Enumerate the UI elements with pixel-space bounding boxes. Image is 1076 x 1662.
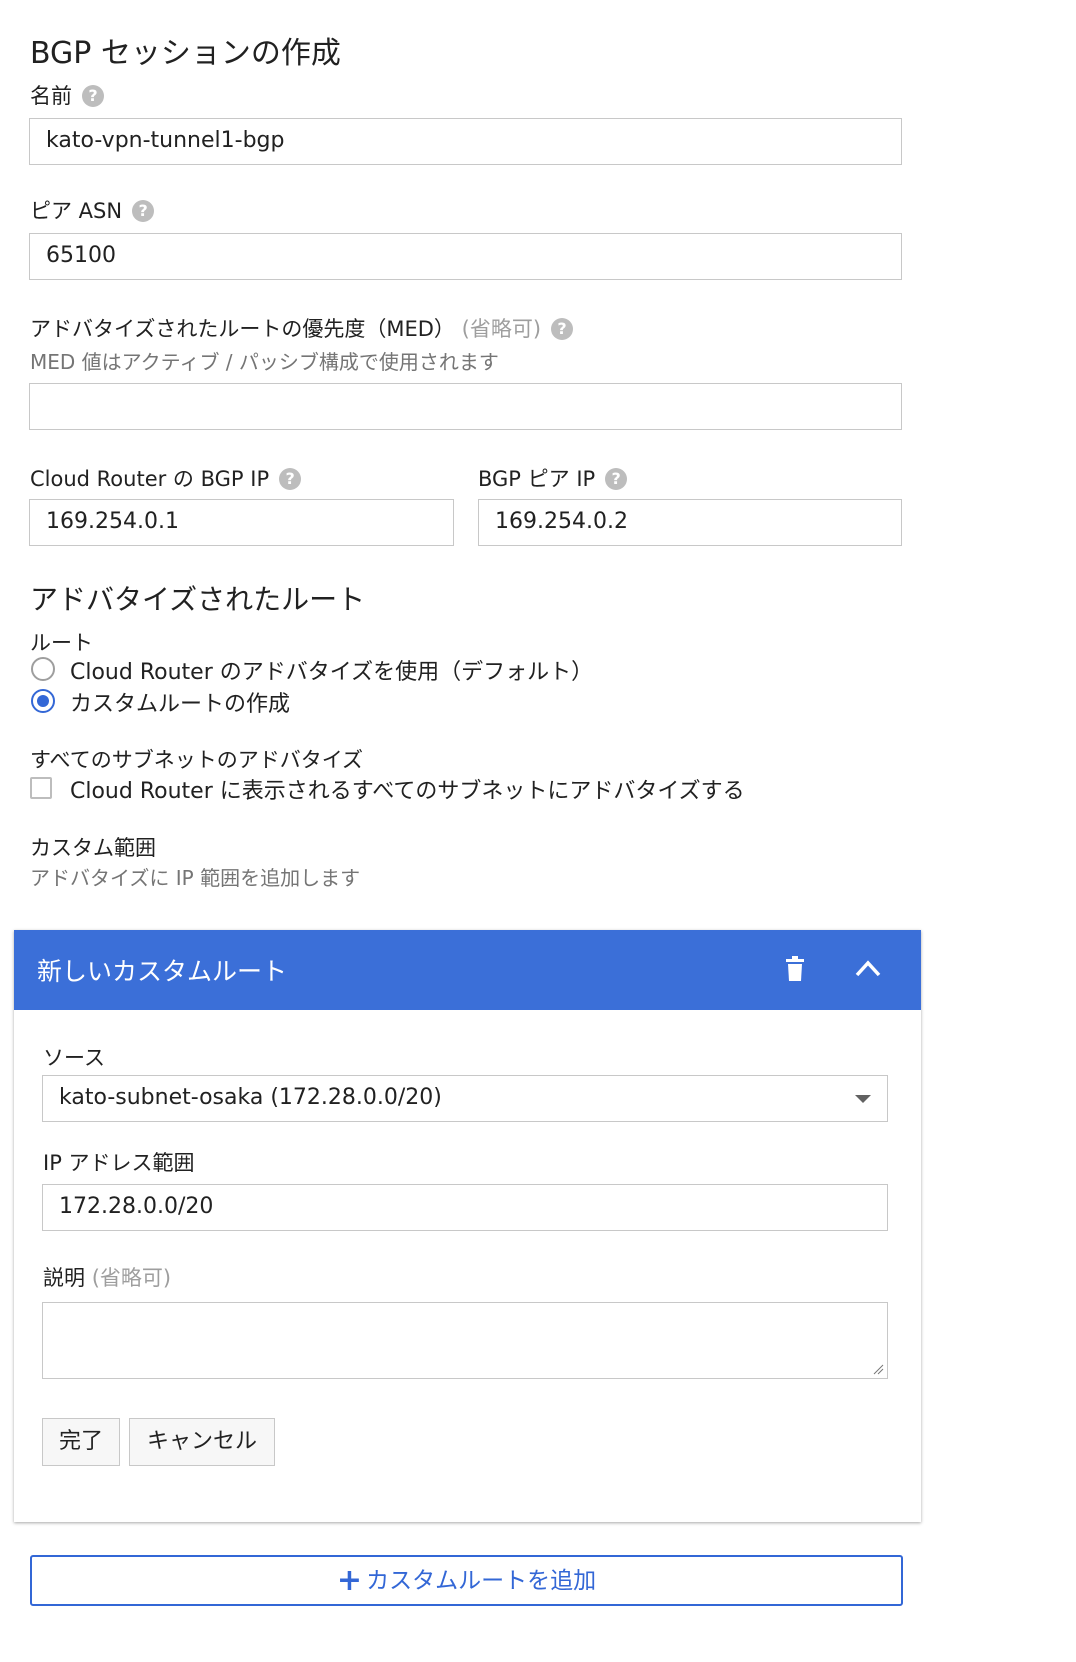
trash-icon[interactable] [784,956,806,982]
done-button[interactable]: 完了 [42,1418,120,1466]
med-hint: MED 値はアクティブ / パッシブ構成で使用されます [30,350,499,374]
help-icon[interactable]: ? [279,468,302,490]
source-select-value: kato-subnet-osaka (172.28.0.0/20) [59,1085,442,1110]
peer-asn-input[interactable]: 65100 [29,233,902,280]
ip-range-label: IP アドレス範囲 [43,1151,195,1175]
router-ip-label: Cloud Router の BGP IP? [30,463,302,493]
radio-custom-label[interactable]: カスタムルートの作成 [70,686,290,718]
peer-asn-label: ピア ASN? [30,195,155,225]
all-subnets-checkbox-label[interactable]: Cloud Router に表示されるすべてのサブネットにアドバタイズする [70,773,745,805]
name-input[interactable]: kato-vpn-tunnel1-bgp [29,118,902,165]
radio-default[interactable] [31,657,55,681]
description-textarea[interactable] [42,1302,888,1379]
custom-range-hint: アドバタイズに IP 範囲を追加します [30,866,361,890]
all-subnets-checkbox[interactable] [30,777,52,799]
card-header: 新しいカスタムルート [14,930,921,1010]
peer-ip-input[interactable]: 169.254.0.2 [478,499,902,546]
help-icon[interactable]: ? [132,200,155,222]
router-ip-input[interactable]: 169.254.0.1 [29,499,454,546]
router-ip-label-text: Cloud Router の BGP IP [30,467,270,491]
plus-icon: + [336,1563,363,1598]
radio-default-label[interactable]: Cloud Router のアドバタイズを使用（デフォルト） [70,654,593,686]
peer-ip-label-text: BGP ピア IP [478,467,596,491]
page-title: BGP セッションの作成 [30,36,341,71]
radio-custom[interactable] [31,689,55,713]
description-label: 説明 (省略可) [43,1262,171,1292]
add-custom-route-label: カスタムルートを追加 [366,1568,597,1594]
add-custom-route-button[interactable]: + カスタムルートを追加 [30,1555,903,1606]
peer-ip-label: BGP ピア IP? [478,463,628,493]
help-icon[interactable]: ? [82,85,104,107]
help-icon[interactable]: ? [605,468,628,490]
card-title: 新しいカスタムルート [37,957,288,986]
description-label-text: 説明 [43,1266,85,1290]
custom-range-label: カスタム範囲 [30,836,156,860]
ip-range-input[interactable]: 172.28.0.0/20 [42,1184,888,1231]
source-label: ソース [43,1046,105,1070]
chevron-up-icon[interactable] [854,958,882,978]
med-label-text: アドバタイズされたルートの優先度（MED） [30,317,455,341]
advertised-routes-title: アドバタイズされたルート [30,583,366,616]
med-label: アドバタイズされたルートの優先度（MED） (省略可)? [30,313,574,343]
med-optional: (省略可) [461,317,542,341]
source-select[interactable]: kato-subnet-osaka (172.28.0.0/20) [42,1075,888,1122]
description-optional: (省略可) [91,1266,172,1290]
name-label-text: 名前 [30,84,72,108]
resize-handle-icon[interactable] [872,1363,884,1375]
med-input[interactable] [29,383,902,430]
name-label: 名前? [30,80,104,110]
custom-route-card: 新しいカスタムルート ソース kato-subnet-osaka (172.28… [14,930,921,1522]
dropdown-arrow-icon [855,1095,871,1103]
help-icon[interactable]: ? [551,318,574,340]
peer-asn-label-text: ピア ASN [30,199,123,223]
cancel-button[interactable]: キャンセル [129,1418,275,1466]
all-subnets-label: すべてのサブネットのアドバタイズ [30,748,364,772]
routes-label: ルート [30,631,93,655]
